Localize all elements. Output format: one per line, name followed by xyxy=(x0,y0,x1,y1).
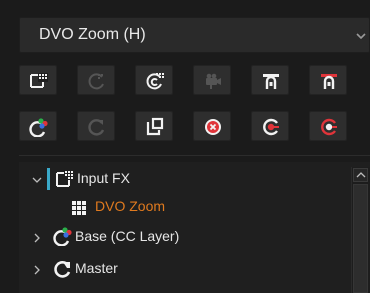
record-button[interactable] xyxy=(251,111,289,141)
input-fx-icon xyxy=(56,171,73,187)
stacked-node-button[interactable] xyxy=(135,65,173,95)
chevron-right-icon[interactable] xyxy=(31,263,43,275)
node-panel: DVO Zoom (H) Input FX DVO Zoom Base (CC … xyxy=(0,0,370,293)
tree-item-label: Master xyxy=(75,260,118,276)
refresh-node-button[interactable] xyxy=(77,111,115,141)
divider xyxy=(19,155,370,156)
color-layer-icon xyxy=(53,227,72,246)
color-layer-icon xyxy=(29,118,48,137)
tree-item-base-cc-layer[interactable]: Base (CC Layer) xyxy=(19,224,349,250)
circle-node-icon xyxy=(88,73,104,90)
camera-node-button[interactable] xyxy=(193,65,231,95)
selection-indicator xyxy=(47,168,50,190)
record-alt-button[interactable] xyxy=(309,111,347,141)
add-node-icon xyxy=(30,73,48,88)
insert-after-icon xyxy=(321,74,337,89)
tree-item-master[interactable]: Master xyxy=(19,256,349,282)
tree-item-input-fx[interactable]: Input FX xyxy=(19,166,349,192)
refresh-node-icon xyxy=(88,119,105,136)
add-node-button[interactable] xyxy=(19,65,57,95)
camera-node-icon xyxy=(206,73,221,89)
delete-node-icon xyxy=(205,119,221,135)
chevron-right-icon[interactable] xyxy=(31,231,43,243)
record-icon xyxy=(263,118,279,136)
delete-node-button[interactable] xyxy=(193,111,231,141)
insert-before-button[interactable] xyxy=(251,65,289,95)
node-selector-value: DVO Zoom (H) xyxy=(39,26,146,43)
stacked-node-icon xyxy=(146,73,164,90)
tree-item-label: Input FX xyxy=(77,170,130,186)
chevron-down-icon[interactable] xyxy=(31,173,43,185)
scroll-up-button[interactable] xyxy=(353,168,368,182)
tree-item-dvo-zoom[interactable]: DVO Zoom xyxy=(19,194,349,220)
record-alt-icon xyxy=(321,118,337,136)
chevron-down-icon xyxy=(355,29,367,41)
scrollbar-thumb[interactable] xyxy=(353,184,368,293)
circle-node-button[interactable] xyxy=(77,65,115,95)
chevron-up-icon xyxy=(356,172,366,178)
duplicate-node-icon xyxy=(146,117,164,136)
color-layer-button[interactable] xyxy=(19,111,57,141)
node-tree: Input FX DVO Zoom Base (CC Layer) Master xyxy=(19,162,370,293)
insert-before-icon xyxy=(263,74,279,89)
duplicate-node-button[interactable] xyxy=(135,111,173,141)
master-icon xyxy=(54,261,71,278)
insert-after-button[interactable] xyxy=(309,65,347,95)
grid-plugin-icon xyxy=(72,201,86,215)
node-selector-dropdown[interactable]: DVO Zoom (H) xyxy=(19,17,370,53)
tree-item-label: DVO Zoom xyxy=(95,198,166,214)
tree-item-label: Base (CC Layer) xyxy=(75,228,180,244)
